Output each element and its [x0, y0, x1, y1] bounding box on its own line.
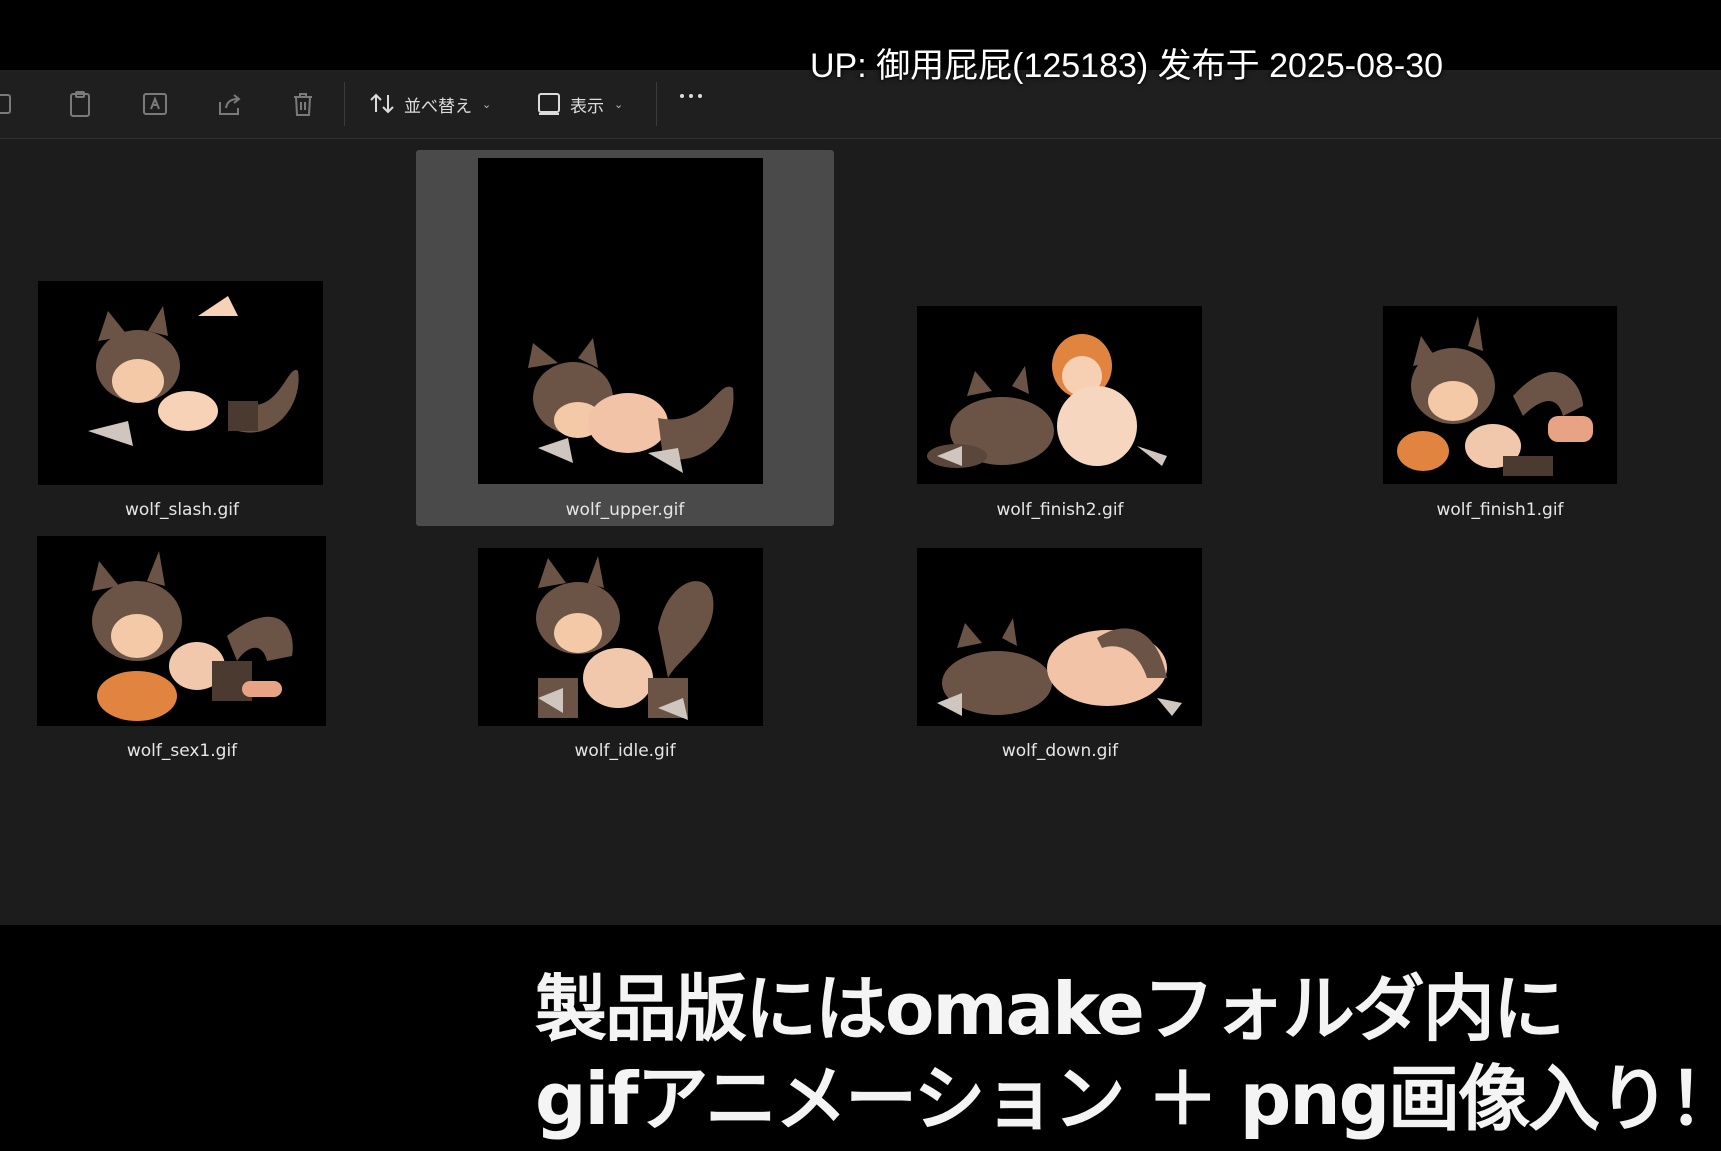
sort-label: 並べ替え: [404, 96, 472, 117]
view-icon: [536, 91, 562, 117]
promo-text-line2: gifアニメーション ＋ png画像入り！: [533, 1056, 1721, 1143]
file-name: wolf_finish2.gif: [996, 500, 1124, 520]
chevron-down-icon: ⌄: [482, 97, 492, 111]
view-label: 表示: [570, 96, 604, 117]
view-button[interactable]: 表示 ⌄: [536, 86, 623, 122]
delete-icon: [290, 90, 316, 118]
file-name: wolf_idle.gif: [574, 741, 676, 761]
file-tile[interactable]: wolf_slash.gif: [0, 150, 385, 530]
thumbnail: [1383, 306, 1617, 484]
file-name: wolf_finish1.gif: [1436, 500, 1564, 520]
delete-button[interactable]: [290, 86, 316, 122]
rename-icon: [142, 90, 170, 118]
paste-button[interactable]: [68, 86, 94, 122]
copy-icon: [0, 91, 22, 117]
sort-icon: [368, 90, 396, 118]
thumbnail: [917, 306, 1202, 484]
thumbnail: [478, 158, 763, 484]
toolbar-divider: [656, 82, 657, 126]
file-tile-selected[interactable]: wolf_upper.gif: [416, 150, 834, 526]
file-tile[interactable]: wolf_finish1.gif: [1340, 150, 1720, 530]
paste-icon: [68, 90, 94, 118]
file-name: wolf_upper.gif: [565, 500, 685, 520]
copy-button[interactable]: [0, 86, 22, 122]
file-explorer-window: 並べ替え ⌄ 表示 ⌄ wolf_slash.gif wolf_upper.gi…: [0, 70, 1721, 925]
more-icon: [680, 94, 684, 98]
sort-button[interactable]: 並べ替え ⌄: [368, 86, 491, 122]
file-name: wolf_slash.gif: [124, 500, 240, 520]
file-tile[interactable]: wolf_idle.gif: [416, 536, 834, 836]
chevron-down-icon: ⌄: [614, 97, 624, 111]
uploader-watermark: UP: 御用屁屁(125183) 发布于 2025-08-30: [810, 47, 1444, 85]
file-tile[interactable]: wolf_sex1.gif: [0, 536, 385, 836]
rename-button[interactable]: [142, 86, 170, 122]
thumbnail: [478, 548, 763, 726]
file-name: wolf_down.gif: [1001, 741, 1119, 761]
file-tile[interactable]: wolf_down.gif: [877, 536, 1277, 836]
thumbnail: [38, 281, 323, 485]
share-icon: [216, 90, 244, 118]
file-tile[interactable]: wolf_finish2.gif: [877, 150, 1277, 530]
file-name: wolf_sex1.gif: [126, 741, 238, 761]
thumbnail: [37, 536, 326, 726]
toolbar-divider: [344, 82, 345, 126]
share-button[interactable]: [216, 86, 244, 122]
more-options-button[interactable]: [680, 94, 702, 98]
thumbnail: [917, 548, 1202, 726]
